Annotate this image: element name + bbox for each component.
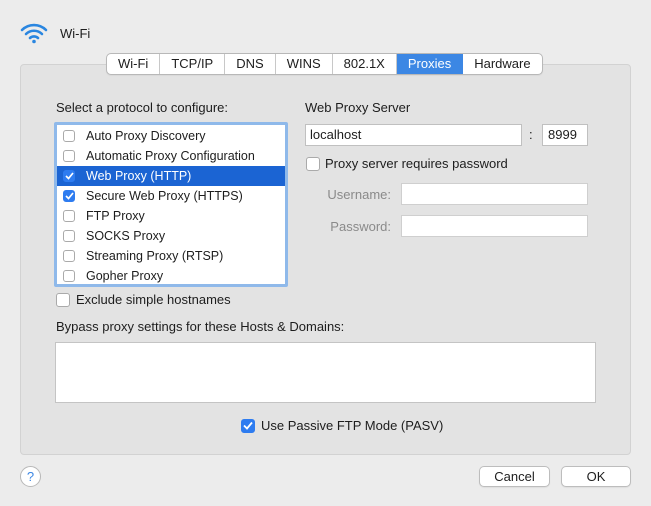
protocol-item-http[interactable]: Web Proxy (HTTP) [57, 166, 285, 186]
protocol-item-ftp[interactable]: FTP Proxy [57, 206, 285, 226]
protocol-checkbox[interactable] [63, 210, 75, 222]
protocol-label: Auto Proxy Discovery [86, 129, 206, 143]
password-label: Password: [330, 219, 391, 234]
tab-wifi[interactable]: Wi-Fi [107, 54, 161, 74]
header-title: Wi-Fi [60, 25, 91, 41]
tab-bar: Wi-Fi TCP/IP DNS WINS 802.1X Proxies Har… [106, 53, 543, 75]
protocol-item-auto-config[interactable]: Automatic Proxy Configuration [57, 146, 285, 166]
checkmark-icon [64, 192, 74, 200]
proxy-host-input[interactable]: localhost [305, 124, 522, 146]
protocol-checkbox[interactable] [63, 270, 75, 282]
protocol-checkbox[interactable] [63, 190, 75, 202]
tab-proxies[interactable]: Proxies [396, 54, 464, 74]
tab-hardware[interactable]: Hardware [463, 54, 541, 74]
requires-password-checkbox[interactable] [306, 156, 320, 171]
checkmark-icon [64, 172, 74, 180]
web-proxy-server-label: Web Proxy Server [305, 100, 411, 115]
window-header: Wi-Fi [20, 20, 90, 46]
ok-button[interactable]: OK [561, 466, 631, 487]
protocol-item-socks[interactable]: SOCKS Proxy [57, 226, 285, 246]
protocol-checkbox[interactable] [63, 170, 75, 182]
password-field[interactable] [401, 215, 588, 237]
protocol-list[interactable]: Auto Proxy Discovery Automatic Proxy Con… [54, 122, 288, 287]
help-button[interactable]: ? [20, 466, 41, 487]
port-separator: : [529, 127, 533, 142]
cancel-button[interactable]: Cancel [479, 466, 550, 487]
tab-8021x[interactable]: 802.1X [333, 54, 397, 74]
requires-password-label: Proxy server requires password [325, 156, 508, 171]
passive-ftp-checkbox[interactable] [241, 418, 255, 433]
protocol-label: Automatic Proxy Configuration [86, 149, 255, 163]
passive-ftp-option[interactable]: Use Passive FTP Mode (PASV) [241, 418, 443, 433]
protocol-checkbox[interactable] [63, 130, 75, 142]
wifi-icon [20, 23, 48, 44]
protocol-label: SOCKS Proxy [86, 229, 166, 243]
bypass-textarea[interactable] [55, 342, 596, 403]
protocol-label: Streaming Proxy (RTSP) [86, 249, 224, 263]
bypass-label: Bypass proxy settings for these Hosts & … [56, 319, 345, 334]
protocol-checkbox[interactable] [63, 250, 75, 262]
checkmark-icon [243, 421, 253, 430]
protocol-item-rtsp[interactable]: Streaming Proxy (RTSP) [57, 246, 285, 266]
protocol-item-auto-discovery[interactable]: Auto Proxy Discovery [57, 126, 285, 146]
tab-dns[interactable]: DNS [225, 54, 276, 74]
protocol-checkbox[interactable] [63, 150, 75, 162]
tab-wins[interactable]: WINS [276, 54, 333, 74]
protocol-list-label: Select a protocol to configure: [56, 100, 228, 115]
username-field[interactable] [401, 183, 588, 205]
tab-tcpip[interactable]: TCP/IP [160, 54, 226, 74]
exclude-simple-label: Exclude simple hostnames [76, 292, 231, 307]
protocol-label: Web Proxy (HTTP) [86, 169, 192, 183]
protocol-label: FTP Proxy [86, 209, 145, 223]
protocol-label: Gopher Proxy [86, 269, 164, 283]
requires-password-option[interactable]: Proxy server requires password [306, 156, 508, 171]
protocol-item-gopher[interactable]: Gopher Proxy [57, 266, 285, 286]
exclude-simple-checkbox[interactable] [56, 292, 70, 307]
passive-ftp-label: Use Passive FTP Mode (PASV) [261, 418, 444, 433]
exclude-simple-hostnames[interactable]: Exclude simple hostnames [56, 292, 231, 307]
proxy-port-input[interactable]: 8999 [542, 124, 588, 146]
username-label: Username: [327, 187, 391, 202]
protocol-label: Secure Web Proxy (HTTPS) [86, 189, 243, 203]
protocol-item-https[interactable]: Secure Web Proxy (HTTPS) [57, 186, 285, 206]
protocol-checkbox[interactable] [63, 230, 75, 242]
